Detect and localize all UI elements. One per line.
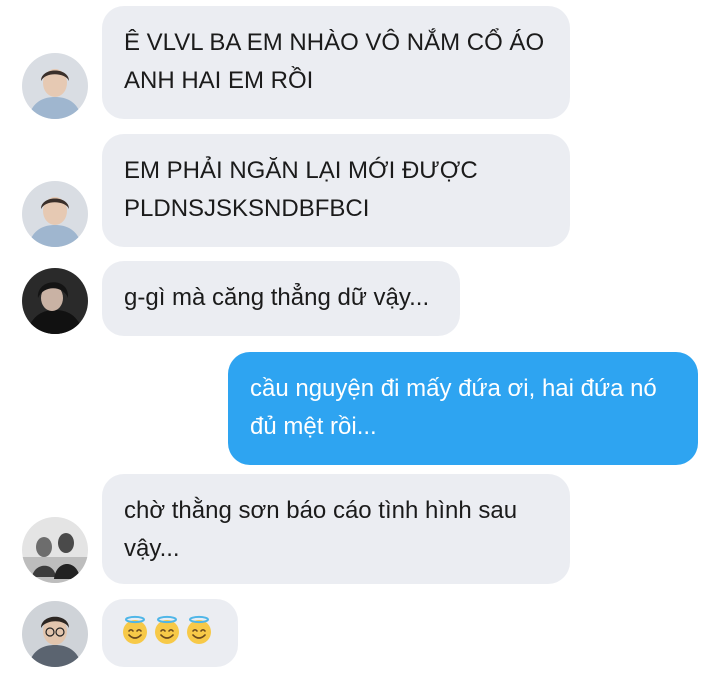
avatar[interactable] — [22, 601, 88, 667]
avatar-photo-light-hoodie — [22, 181, 88, 247]
avatar[interactable] — [22, 517, 88, 583]
message-text: cầu nguyện đi mấy đứa ơi, hai đứa nó — [250, 375, 657, 402]
message-text: đủ mệt rồi... — [250, 413, 377, 440]
message-text: PLDNSJSKSNDBFBCI — [124, 195, 370, 222]
message-bubble-incoming[interactable]: g-gì mà căng thẳng dữ vậy... — [102, 261, 460, 336]
message-bubble-incoming[interactable]: EM PHẢI NGĂN LẠI MỚI ĐƯỢC PLDNSJSKSNDBFB… — [102, 134, 570, 247]
message-bubble-incoming[interactable] — [102, 599, 238, 667]
message-text: Ê VLVL BA EM NHÀO VÔ NẮM CỔ ÁO — [124, 29, 545, 56]
avatar-photo-light-hoodie — [22, 53, 88, 119]
message-text: g-gì mà căng thẳng dữ vậy... — [124, 284, 430, 311]
message-text: chờ thằng sơn báo cáo tình hình sau — [124, 497, 518, 524]
avatar[interactable] — [22, 181, 88, 247]
smiling-face-with-halo-icon — [123, 615, 147, 644]
message-text: vậy... — [124, 535, 180, 562]
message-bubble-incoming[interactable]: Ê VLVL BA EM NHÀO VÔ NẮM CỔ ÁO ANH HAI E… — [102, 6, 570, 119]
smiling-face-with-halo-icon — [187, 615, 211, 644]
avatar-photo-glasses — [22, 601, 88, 667]
avatar-photo-group — [22, 517, 88, 583]
smiling-face-with-halo-icon — [155, 615, 179, 644]
message-text: ANH HAI EM RỒI — [124, 67, 314, 94]
message-text: EM PHẢI NGĂN LẠI MỚI ĐƯỢC — [124, 157, 478, 184]
message-bubble-outgoing[interactable]: cầu nguyện đi mấy đứa ơi, hai đứa nó đủ … — [228, 352, 698, 465]
avatar[interactable] — [22, 268, 88, 334]
avatar[interactable] — [22, 53, 88, 119]
message-bubble-incoming[interactable]: chờ thằng sơn báo cáo tình hình sau vậy.… — [102, 474, 570, 584]
avatar-photo-dark — [22, 268, 88, 334]
